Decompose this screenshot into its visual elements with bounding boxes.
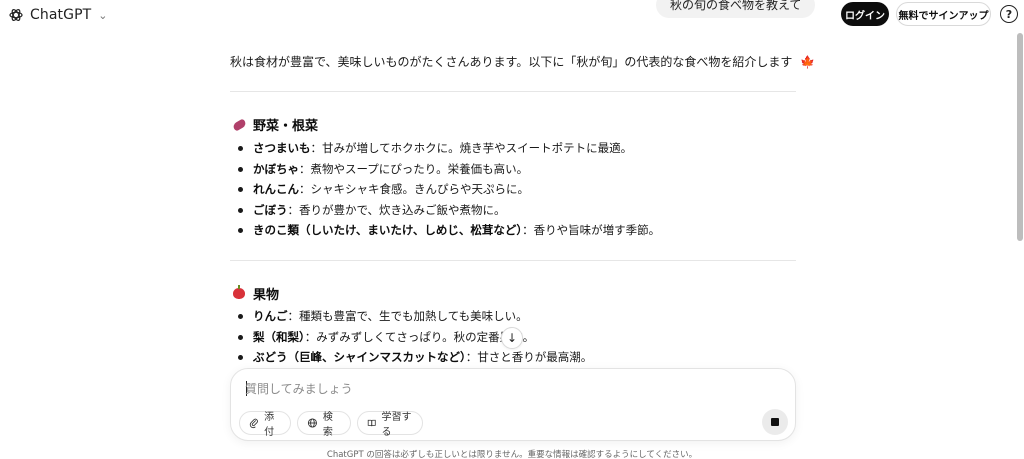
attach-label: 添付 bbox=[264, 412, 275, 438]
study-button[interactable]: 学習する bbox=[357, 411, 423, 438]
paperclip-icon bbox=[249, 418, 258, 429]
maple-leaf-icon: 🍁 bbox=[800, 55, 816, 69]
item-desc: ：香りが豊かで、炊き込みご飯や煮物に。 bbox=[287, 202, 506, 217]
list-item: ごぼう：香りが豊かで、炊き込みご飯や煮物に。 bbox=[230, 203, 796, 224]
prompt-input[interactable] bbox=[245, 379, 765, 399]
user-message-bubble: 秋の旬の食べ物を教えて bbox=[656, 0, 816, 18]
item-name: かぼちゃ bbox=[253, 161, 299, 176]
header: ChatGPT ⌄ ログイン 無料でサインアップ ? bbox=[0, 0, 1024, 30]
item-name: 梨（和梨） bbox=[253, 329, 305, 344]
section-heading: 野菜・根菜 bbox=[253, 119, 319, 134]
search-button[interactable]: 検索 bbox=[297, 411, 351, 438]
model-selector[interactable]: ChatGPT ⌄ bbox=[8, 5, 107, 25]
item-name: ごぼう bbox=[253, 202, 288, 217]
item-desc: ：煮物やスープにぴったり。栄養価も高い。 bbox=[299, 161, 529, 176]
item-name: りんご bbox=[253, 309, 288, 323]
openai-logo-icon bbox=[9, 9, 23, 21]
assistant-intro: 秋は食材が豊富で、美味しいものがたくさんあります。以下に「秋が旬」の代表的な食べ… bbox=[230, 53, 815, 70]
list-item: れんこん：シャキシャキ食感。きんぴらや天ぷらに。 bbox=[230, 182, 796, 203]
intro-text: 秋は食材が豊富で、美味しいものがたくさんあります。以下に「秋が旬」の代表的な食べ… bbox=[230, 55, 793, 69]
stop-button[interactable] bbox=[762, 409, 788, 435]
item-name: ぶどう（巨峰、シャインマスカットなど） bbox=[253, 350, 466, 364]
stop-icon bbox=[771, 418, 779, 426]
search-label: 検索 bbox=[322, 412, 333, 438]
item-desc: ：シャキシャキ食感。きんぴらや天ぷらに。 bbox=[299, 182, 529, 196]
app-title: ChatGPT bbox=[30, 7, 92, 23]
section-heading: 果物 bbox=[253, 288, 280, 303]
vegetable-list: さつまいも：甘みが増してホクホクに。焼き芋やスイートポテトに最適。 かぼちゃ：煮… bbox=[230, 141, 796, 244]
study-label: 学習する bbox=[381, 412, 412, 438]
attach-button[interactable]: 添付 bbox=[239, 411, 291, 438]
help-icon[interactable]: ? bbox=[1000, 5, 1018, 23]
chevron-down-icon: ⌄ bbox=[98, 8, 108, 22]
divider bbox=[230, 260, 796, 261]
item-desc: ：種類も豊富で、生でも加熱しても美味しい。 bbox=[287, 309, 528, 323]
composer: 添付 検索 学習する bbox=[230, 368, 796, 441]
globe-icon bbox=[307, 418, 317, 428]
disclaimer: ChatGPT の回答は必ずしも正しいとは限りません。重要な情報は確認するように… bbox=[326, 450, 698, 459]
item-name: きのこ類（しいたけ、まいたけ、しめじ、松茸など） bbox=[253, 223, 523, 237]
scroll-down-button[interactable]: ↓ bbox=[501, 327, 523, 349]
item-name: さつまいも bbox=[253, 141, 311, 155]
section-title-vegetables: 野菜・根菜 bbox=[231, 115, 319, 134]
item-desc: ：香りや旨味が増す季節。 bbox=[522, 223, 661, 237]
divider bbox=[230, 91, 796, 92]
signup-button[interactable]: 無料でサインアップ bbox=[896, 2, 991, 26]
list-item: かぼちゃ：煮物やスープにぴったり。栄養価も高い。 bbox=[230, 162, 796, 183]
apple-icon bbox=[232, 285, 246, 301]
list-item: さつまいも：甘みが増してホクホクに。焼き芋やスイートポテトに最適。 bbox=[230, 141, 796, 162]
scrollbar-thumb[interactable] bbox=[1017, 33, 1023, 241]
book-icon bbox=[367, 419, 376, 427]
item-desc: ：甘さと香りが最高潮。 bbox=[465, 350, 593, 364]
section-title-fruits: 果物 bbox=[232, 284, 279, 303]
sweet-potato-icon bbox=[231, 117, 247, 132]
login-button[interactable]: ログイン bbox=[841, 2, 889, 26]
item-desc: ：みずみずしくてさっぱり。秋の定番果物。 bbox=[304, 329, 535, 344]
item-name: れんこん bbox=[253, 182, 299, 196]
item-desc: ：甘みが増してホクホクに。焼き芋やスイートポテトに最適。 bbox=[310, 141, 633, 155]
arrow-down-icon: ↓ bbox=[506, 331, 518, 345]
list-item: きのこ類（しいたけ、まいたけ、しめじ、松茸など）：香りや旨味が増す季節。 bbox=[230, 223, 796, 244]
chat-app: ChatGPT ⌄ ログイン 無料でサインアップ ? 秋の旬の食べ物を教えて 秋… bbox=[0, 0, 1024, 459]
